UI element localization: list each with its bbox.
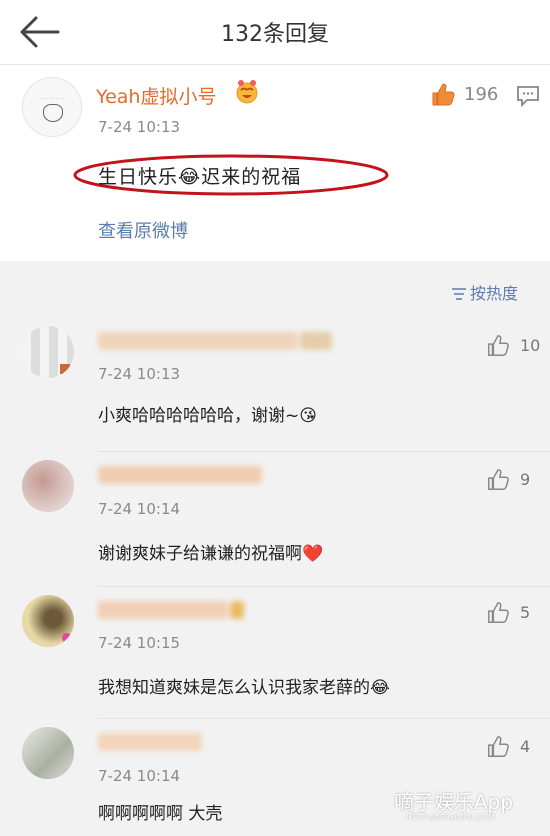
like-count: 10	[520, 336, 541, 355]
blurred-username	[98, 733, 202, 751]
page-title: 132条回复	[221, 22, 329, 47]
watermark-text: 嘀子娱乐App	[394, 790, 514, 814]
thumbs-up-icon[interactable]	[486, 735, 510, 759]
view-original-link[interactable]: 查看原微博	[98, 217, 188, 243]
reply-item: 7-24 10:14 谢谢爽妹子给谦谦的祝福啊❤️ 9	[0, 452, 550, 586]
sort-label: 按热度	[470, 284, 519, 303]
avatar-face-icon	[43, 104, 63, 122]
reply-item: 7-24 10:15 我想知道爽妹是怎么认识我家老薛的😂 5	[0, 587, 550, 721]
sort-lines-icon	[452, 285, 466, 304]
reply-text: 啊啊啊啊啊 大壳	[98, 804, 223, 824]
thumbs-up-icon[interactable]	[430, 82, 456, 108]
watermark: 嘀子娱乐App HTTP://APP.HUPU.COM	[394, 786, 513, 822]
avatar[interactable]	[22, 595, 74, 647]
avatar[interactable]	[22, 326, 74, 378]
avatar[interactable]	[22, 460, 74, 512]
blurred-badge	[300, 332, 332, 350]
main-comment-card: · · · · · · · · Yeah虚拟小号 7-24 10:13 196 …	[0, 65, 550, 261]
comment-time: 7-24 10:13	[98, 365, 181, 383]
avatar-caption: · · · · · · · ·	[40, 96, 64, 102]
thumbs-up-icon[interactable]	[486, 601, 510, 625]
sort-by-heat-button[interactable]: 按热度	[452, 280, 518, 304]
avatar[interactable]	[22, 727, 74, 779]
vip-emoji-icon	[234, 79, 260, 105]
blurred-username	[98, 466, 262, 484]
comment-time: 7-24 10:14	[98, 500, 181, 518]
reply-text: 小爽哈哈哈哈哈哈，谢谢~😘	[98, 406, 317, 426]
comment-time: 7-24 10:14	[98, 767, 181, 785]
comment-time: 7-24 10:13	[98, 118, 181, 136]
comment-time: 7-24 10:15	[98, 634, 181, 652]
top-bar: 132条回复	[0, 0, 550, 65]
comment-text: 生日快乐😂迟来的祝福	[98, 166, 302, 188]
watermark-subtext: HTTP://APP.HUPU.COM	[406, 813, 495, 822]
blurred-username	[98, 601, 228, 619]
reply-item: 7-24 10:13 小爽哈哈哈哈哈哈，谢谢~😘 10	[0, 318, 550, 452]
reply-text: 我想知道爽妹是怎么认识我家老薛的😂	[98, 678, 390, 698]
like-count: 9	[520, 470, 531, 489]
like-count: 4	[520, 737, 531, 756]
blurred-badge	[230, 601, 244, 619]
username[interactable]: Yeah虚拟小号	[96, 82, 216, 109]
sort-bar: 按热度	[0, 270, 550, 306]
blurred-username	[98, 332, 298, 350]
avatar[interactable]: · · · · · · · ·	[22, 77, 82, 137]
comment-bubble-icon[interactable]	[516, 85, 540, 108]
like-count: 196	[464, 84, 499, 105]
thumbs-up-icon[interactable]	[486, 468, 510, 492]
reply-text: 谢谢爽妹子给谦谦的祝福啊❤️	[98, 544, 324, 564]
like-count: 5	[520, 603, 531, 622]
thumbs-up-icon[interactable]	[486, 334, 510, 358]
